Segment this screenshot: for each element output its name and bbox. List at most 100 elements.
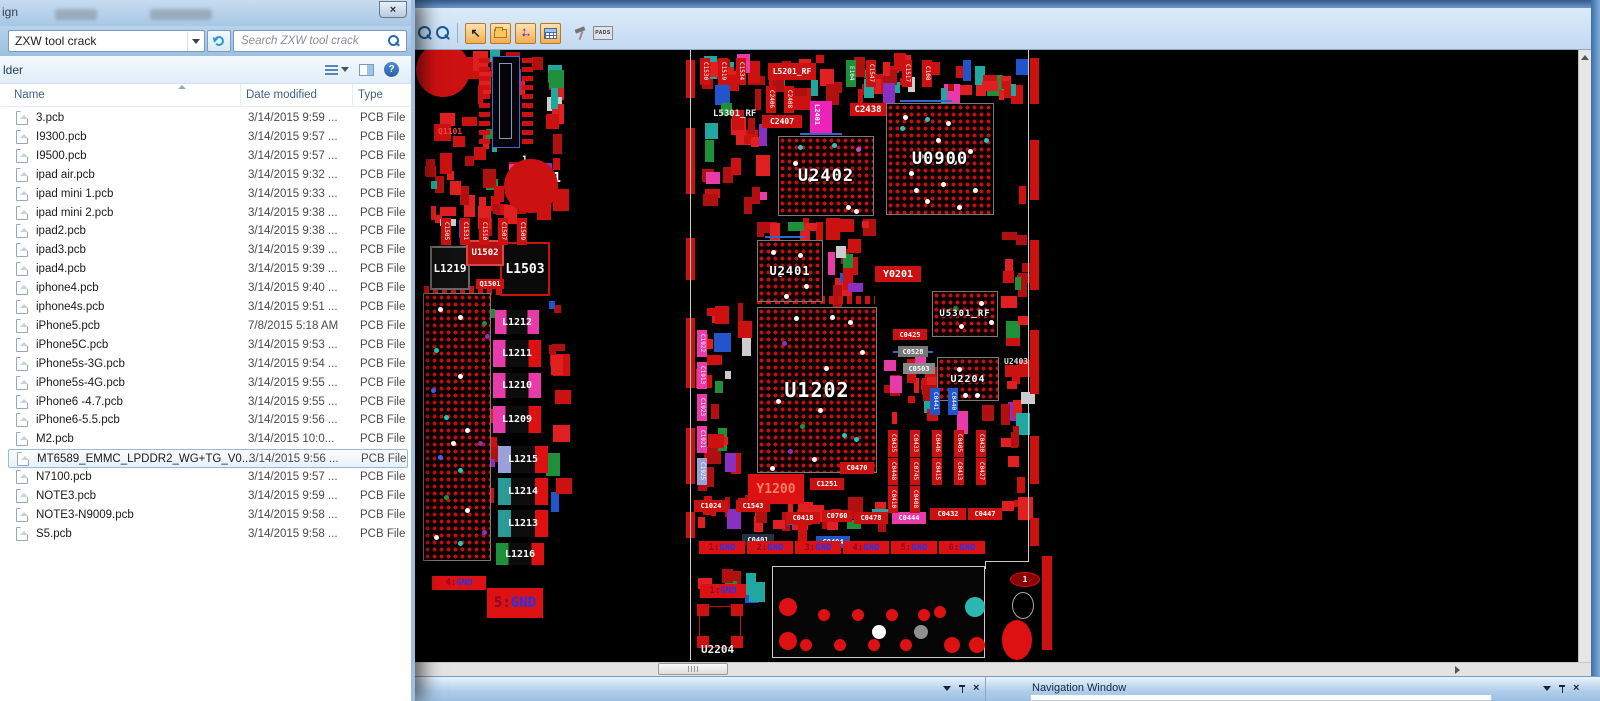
file-row[interactable]: iphone4.pcb 3/14/2015 9:40 ... PCB File: [8, 279, 408, 298]
vertical-scrollbar[interactable]: [1578, 50, 1591, 662]
pcb-cap-C0441: C0441: [930, 388, 940, 415]
pcb-connector-pin: [969, 637, 985, 653]
close-icon[interactable]: ×: [973, 683, 979, 694]
file-row[interactable]: ipad4.pcb 3/14/2015 9:39 ... PCB File: [8, 260, 408, 279]
pcb-connector-pin: [779, 598, 797, 616]
file-row[interactable]: iPhone6 -4.7.pcb 3/14/2015 9:55 ... PCB Fi…: [8, 393, 408, 412]
file-name: iPhone5s-4G.pcb: [36, 376, 125, 389]
cursor-tool-button[interactable]: ↖: [465, 22, 486, 44]
close-button[interactable]: ×: [379, 1, 407, 18]
file-icon: [16, 224, 28, 239]
file-row[interactable]: iPhone5s-4G.pcb 3/14/2015 9:55 ... PCB Fil…: [8, 374, 408, 393]
file-row[interactable]: N7100.pcb 3/14/2015 9:57 ... PCB File: [8, 468, 408, 487]
pin-icon[interactable]: [1558, 684, 1566, 694]
change-view-button[interactable]: [325, 64, 349, 75]
app-window-right-border: [1591, 0, 1600, 701]
pcb-smd-part: [548, 301, 556, 310]
pcb-smd-part: [1017, 477, 1025, 494]
file-row[interactable]: iPhone5C.pcb 3/14/2015 9:53 ... PCB File: [8, 336, 408, 355]
folder-tool-button[interactable]: [490, 22, 511, 44]
column-separator[interactable]: [352, 84, 353, 107]
column-header-type[interactable]: Type: [358, 89, 383, 101]
file-row[interactable]: M2.pcb 3/14/2015 10:0... PCB File: [8, 430, 408, 449]
pcb-chip-U2402: U2402: [778, 136, 874, 216]
column-header-date[interactable]: Date modified: [246, 89, 317, 101]
file-row[interactable]: I9300.pcb 3/14/2015 9:57 ... PCB File: [8, 128, 408, 147]
pcb-gnd-bar: 1: GND: [699, 541, 745, 554]
pcb-smd-part: [1000, 438, 1012, 447]
zoom-out-icon[interactable]: [436, 26, 450, 40]
chevron-down-icon[interactable]: [1543, 686, 1551, 691]
pcb-connector-pin: [934, 606, 946, 618]
file-row[interactable]: iphone4s.pcb 3/14/2015 9:51 ... PCB File: [8, 298, 408, 317]
search-icon[interactable]: [388, 35, 400, 47]
hammer-tool-icon[interactable]: [573, 25, 589, 41]
pcb-smd-part: [711, 403, 719, 419]
pan-tool-button[interactable]: ↔ ↔: [515, 22, 536, 44]
address-dropdown[interactable]: [187, 31, 204, 51]
pcb-gnd-bar: 3: GND: [795, 541, 841, 554]
horizontal-scrollbar[interactable]: [415, 662, 1591, 676]
pcb-part-C0503: C0503: [903, 363, 935, 374]
pcb-pad: [690, 50, 691, 660]
pcb-connector-pin: [868, 639, 880, 651]
address-bar[interactable]: ZXW tool crack: [8, 30, 205, 52]
pcb-part-Y0201: Y0201: [875, 266, 921, 282]
scroll-up-arrow-icon[interactable]: [1581, 55, 1589, 60]
pcb-cap-C0440: C0440: [948, 388, 958, 415]
pcb-canvas[interactable]: U2402 U0900 U2401 U5301_RF U1202 U2204 L1212 L1…: [415, 50, 1578, 662]
file-icon: [16, 375, 28, 390]
preview-pane-icon[interactable]: [359, 63, 374, 76]
pads-tool-icon[interactable]: PADS: [593, 26, 613, 40]
grid-tool-button[interactable]: [540, 22, 561, 44]
file-row[interactable]: ipad mini 2.pcb 3/14/2015 9:38 ... PCB Fil…: [8, 204, 408, 223]
pcb-smd-part: [745, 573, 757, 596]
horizontal-scroll-thumb[interactable]: [658, 663, 728, 675]
file-row[interactable]: ipad air.pcb 3/14/2015 9:32 ... PCB File: [8, 166, 408, 185]
pin-icon[interactable]: [958, 684, 966, 694]
close-icon[interactable]: ×: [1573, 683, 1579, 694]
file-row[interactable]: NOTE3.pcb 3/14/2015 9:59 ... PCB File: [8, 487, 408, 506]
file-row[interactable]: iPhone6-5.5.pcb 3/14/2015 9:56 ... PCB Fil…: [8, 411, 408, 430]
file-row[interactable]: MT6589_EMMC_LPDDR2_WG+TG_V0.... 3/14/2015…: [8, 449, 408, 469]
pcb-smd-part: [932, 61, 941, 75]
help-icon[interactable]: ?: [384, 62, 399, 77]
pcb-cap-C1547: C1547: [866, 60, 876, 87]
zoom-in-icon[interactable]: [418, 26, 432, 40]
column-separator[interactable]: [240, 84, 241, 107]
panel-divider: [985, 677, 986, 701]
search-placeholder: Search ZXW tool crack: [241, 35, 359, 47]
explorer-titlebar[interactable]: ign ×: [0, 0, 411, 26]
titlebar-glass-smudge: [55, 9, 97, 20]
search-input[interactable]: Search ZXW tool crack: [233, 30, 407, 52]
chevron-down-icon[interactable]: [943, 686, 951, 691]
pcb-cap-C0427: C0427: [976, 458, 986, 485]
refresh-button[interactable]: [207, 30, 231, 52]
pcb-smd-part: [751, 137, 759, 148]
file-row[interactable]: I9500.pcb 3/14/2015 9:57 ... PCB File: [8, 147, 408, 166]
file-date: 7/8/2015 5:18 AM: [248, 319, 339, 332]
file-row[interactable]: iPhone5.pcb 7/8/2015 5:18 AM PCB File: [8, 317, 408, 336]
column-header-name[interactable]: Name: [14, 89, 45, 101]
file-row[interactable]: iPhone5s-3G.pcb 3/14/2015 9:54 ... PCB Fil…: [8, 355, 408, 374]
file-type: PCB File: [360, 490, 406, 502]
file-icon: [17, 452, 29, 467]
pcb-connector-pin: [918, 609, 930, 621]
file-icon: [16, 186, 28, 201]
pcb-smd-part: [494, 186, 505, 203]
file-row[interactable]: NOTE3-N9009.pcb 3/14/2015 9:58 ... PCB Fil…: [8, 506, 408, 525]
file-row[interactable]: ipad3.pcb 3/14/2015 9:39 ... PCB File: [8, 241, 408, 260]
file-row[interactable]: S5.pcb 3/14/2015 9:58 ... PCB File: [8, 525, 408, 544]
file-icon: [16, 262, 28, 277]
grid-icon: [544, 27, 557, 39]
file-icon: [16, 413, 28, 428]
file-row[interactable]: 3.pcb 3/14/2015 9:59 ... PCB File: [8, 109, 408, 128]
pcb-smd-part: [551, 491, 559, 512]
view-list-icon: [325, 64, 338, 75]
scroll-right-arrow-icon[interactable]: [1455, 666, 1460, 674]
pcb-smd-part: [848, 238, 861, 254]
file-row[interactable]: ipad2.pcb 3/14/2015 9:38 ... PCB File: [8, 222, 408, 241]
file-row[interactable]: ipad mini 1.pcb 3/14/2015 9:33 ... PCB Fil…: [8, 185, 408, 204]
pcb-label-U2403: U2403: [1004, 357, 1029, 366]
pcb-label-Q1101: Q1101: [438, 127, 463, 136]
